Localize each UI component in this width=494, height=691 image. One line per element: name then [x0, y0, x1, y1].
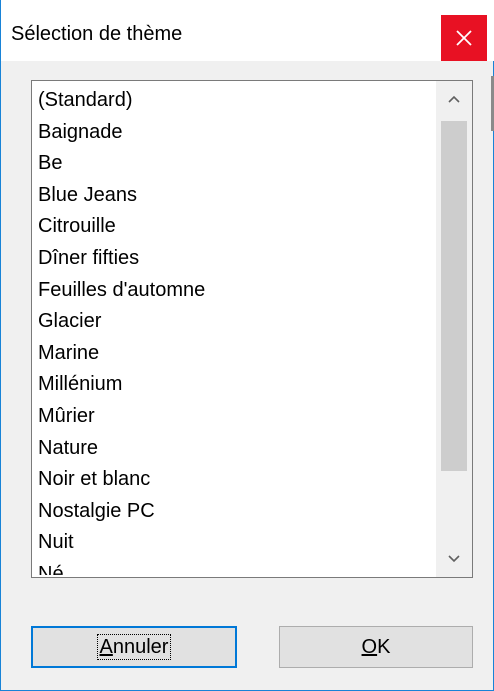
scroll-down-button[interactable] — [436, 541, 472, 577]
scroll-up-button[interactable] — [436, 81, 472, 117]
theme-list-item[interactable]: Dîner fifties — [38, 243, 438, 275]
chevron-up-icon — [448, 95, 460, 103]
dialog-title: Sélection de thème — [11, 23, 183, 45]
theme-list-item[interactable]: Nuit — [38, 527, 438, 559]
theme-list-item[interactable]: Glacier — [38, 306, 438, 338]
close-icon — [456, 30, 472, 46]
theme-list-item[interactable]: (Standard) — [38, 85, 438, 117]
theme-list-item[interactable]: Nature — [38, 433, 438, 465]
theme-list-item[interactable]: Blue Jeans — [38, 180, 438, 212]
theme-list-item[interactable]: Citrouille — [38, 211, 438, 243]
theme-list-item[interactable]: Noir et blanc — [38, 464, 438, 496]
scroll-thumb[interactable] — [441, 121, 467, 471]
vertical-scrollbar[interactable] — [436, 81, 472, 577]
close-button[interactable] — [441, 15, 487, 61]
theme-list-item[interactable]: Marine — [38, 338, 438, 370]
ok-button[interactable]: OK — [279, 626, 473, 668]
ok-button-label: OK — [361, 635, 391, 658]
title-bar: Sélection de thème — [1, 0, 494, 61]
theme-list-item[interactable]: Be — [38, 148, 438, 180]
theme-list-item[interactable]: Mûrier — [38, 401, 438, 433]
cancel-button[interactable]: Annuler — [31, 626, 237, 668]
chevron-down-icon — [448, 555, 460, 563]
theme-listbox[interactable]: (Standard) Baignade Be Blue Jeans Citrouille… — [31, 80, 473, 578]
theme-list-item[interactable]: Baignade — [38, 117, 438, 149]
theme-list-item[interactable]: Millénium — [38, 369, 438, 401]
theme-list-item[interactable]: Né... — [38, 559, 438, 575]
theme-list: (Standard) Baignade Be Blue Jeans Citrouille… — [38, 85, 438, 575]
cancel-button-label: Annuler — [96, 634, 172, 660]
theme-list-item[interactable]: Nostalgie PC — [38, 496, 438, 528]
theme-list-item[interactable]: Feuilles d'automne — [38, 275, 438, 307]
theme-selection-dialog: Sélection de thème (Standard) Baignade Be B… — [0, 0, 494, 691]
